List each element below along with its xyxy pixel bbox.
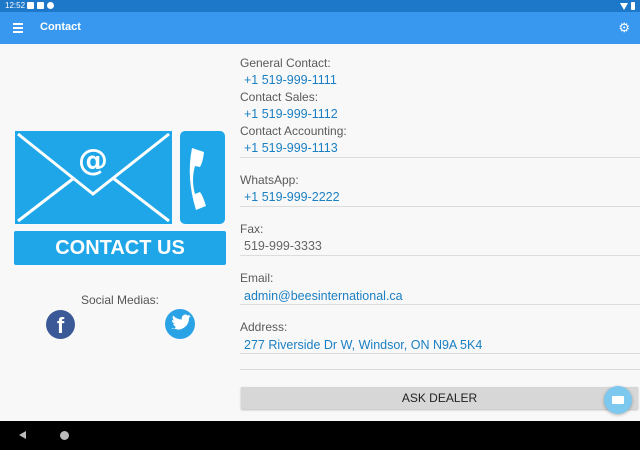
gear-icon[interactable]: ⚙ bbox=[618, 21, 630, 35]
fax-number: 519-999-3333 bbox=[244, 239, 322, 253]
divider bbox=[240, 304, 640, 305]
fax-label: Fax: bbox=[240, 222, 264, 236]
whatsapp-label: WhatsApp: bbox=[240, 173, 299, 187]
home-icon[interactable] bbox=[60, 431, 69, 440]
app-toolbar: Contact ⚙ bbox=[0, 12, 640, 44]
divider bbox=[240, 369, 640, 370]
system-icons bbox=[620, 2, 635, 10]
twitter-bird-glyph bbox=[171, 314, 191, 330]
address-link[interactable]: 277 Riverside Dr W, Windsor, ON N9A 5K4 bbox=[244, 338, 482, 352]
envelope-icon bbox=[612, 396, 624, 404]
at-sign-icon bbox=[47, 2, 54, 9]
system-nav-bar bbox=[0, 421, 640, 450]
envelope-phone-illustration: @ bbox=[15, 131, 225, 224]
facebook-icon[interactable]: f bbox=[46, 310, 75, 339]
status-time: 12:52 bbox=[5, 1, 26, 10]
twitter-icon[interactable] bbox=[165, 309, 195, 339]
wifi-icon bbox=[620, 2, 628, 10]
facebook-logo-glyph: f bbox=[56, 313, 65, 338]
social-medias-label: Social Medias: bbox=[80, 293, 160, 307]
notification-icons bbox=[27, 2, 54, 9]
general-contact-phone[interactable]: +1 519-999-1111 bbox=[244, 73, 337, 87]
contact-sales-label: Contact Sales: bbox=[240, 90, 319, 104]
email-fab-button[interactable] bbox=[604, 386, 632, 414]
status-bar: 12:52 bbox=[0, 0, 640, 12]
divider bbox=[240, 157, 640, 158]
battery-icon bbox=[631, 2, 635, 10]
hamburger-menu-icon[interactable] bbox=[13, 23, 23, 33]
ask-dealer-button[interactable]: ASK DEALER bbox=[241, 387, 638, 409]
whatsapp-phone[interactable]: +1 519-999-2222 bbox=[244, 190, 340, 204]
contact-sales-phone[interactable]: +1 519-999-1112 bbox=[244, 107, 338, 121]
contact-us-banner: @ CONTACT US bbox=[14, 130, 226, 266]
email-link[interactable]: admin@beesinternational.ca bbox=[244, 289, 403, 303]
contact-accounting-phone[interactable]: +1 519-999-1113 bbox=[244, 141, 338, 155]
general-contact-label: General Contact: bbox=[240, 56, 331, 70]
notification-icon bbox=[27, 2, 34, 9]
page-title: Contact bbox=[40, 21, 81, 33]
back-icon[interactable] bbox=[19, 431, 26, 439]
sim-icon bbox=[37, 2, 44, 9]
contact-accounting-label: Contact Accounting: bbox=[240, 124, 347, 138]
address-label: Address: bbox=[240, 320, 288, 334]
divider bbox=[240, 353, 640, 354]
email-label: Email: bbox=[240, 271, 274, 285]
divider bbox=[240, 255, 640, 256]
contact-us-label: CONTACT US bbox=[14, 231, 226, 265]
svg-text:@: @ bbox=[78, 143, 108, 178]
divider bbox=[240, 206, 640, 207]
